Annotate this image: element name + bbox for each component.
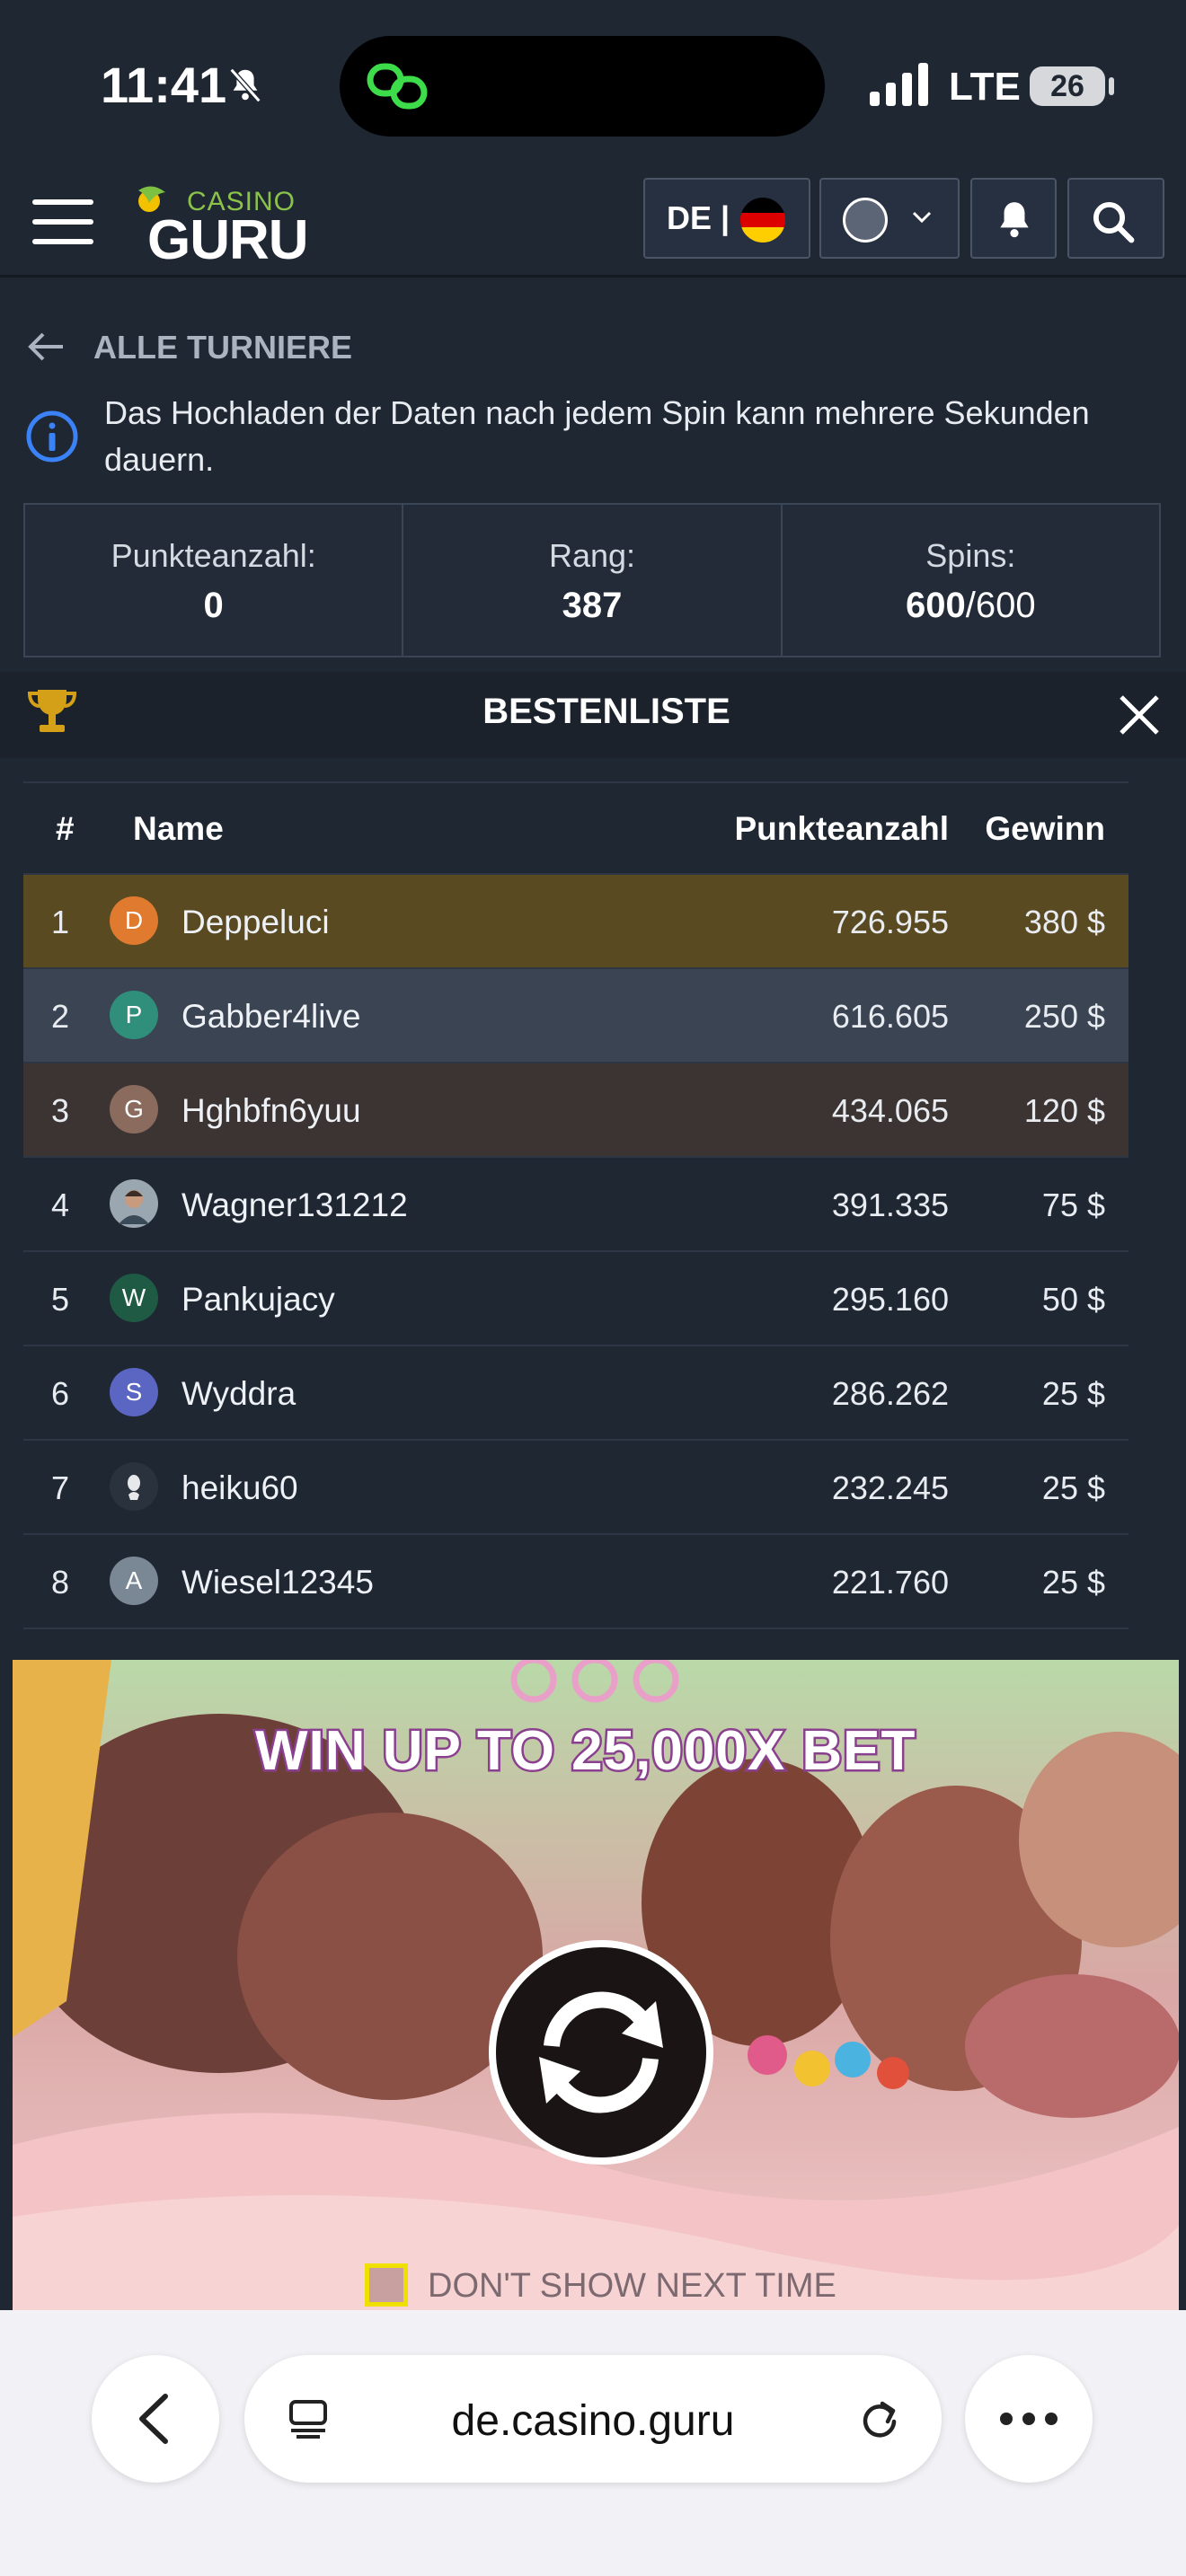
close-icon[interactable] [1114, 690, 1164, 740]
dont-show-label[interactable]: DON'T SHOW NEXT TIME [428, 2267, 836, 2306]
player-points: 434.065 [831, 1092, 949, 1129]
menu-icon[interactable] [32, 199, 93, 244]
player-name: Hghbfn6yuu [181, 1092, 361, 1129]
player-prize: 120 $ [1023, 1092, 1105, 1129]
german-flag-icon [740, 198, 785, 243]
avatar: S [110, 1368, 158, 1416]
back-to-tournaments-link[interactable]: ALLE TURNIERE [27, 325, 386, 370]
table-row: 2 P Gabber4live 616.605 250 $ [23, 969, 1128, 1063]
table-row: 3 G Hghbfn6yuu 434.065 120 $ [23, 1063, 1128, 1158]
player-points: 295.160 [831, 1281, 949, 1318]
chevron-down-icon [912, 211, 932, 224]
player-points: 726.955 [831, 904, 949, 940]
language-selector[interactable]: DE | [643, 178, 810, 259]
chevron-left-icon [139, 2394, 168, 2444]
avatar: A [110, 1557, 158, 1605]
casino-guru-logo[interactable]: CASINO GURU [129, 181, 309, 271]
avatar: P [110, 991, 158, 1039]
player-points: 391.335 [831, 1187, 949, 1223]
player-points: 221.760 [831, 1564, 949, 1601]
clock: 11:41 [101, 57, 227, 113]
column-name: Name [133, 810, 224, 847]
language-code: DE | [667, 199, 730, 236]
photo-avatar-icon [110, 1179, 158, 1228]
points-stat: Punkteanzahl: 0 [25, 505, 404, 656]
table-row: 1 D Deppeluci 726.955 380 $ [23, 875, 1128, 969]
dynamic-island [340, 36, 825, 137]
avatar [110, 1462, 158, 1511]
player-name: Wyddra [181, 1375, 296, 1412]
refresh-icon [539, 1991, 663, 2113]
tournament-stats: Punkteanzahl: 0 Rang: 387 Spins: 600/600 [23, 503, 1161, 657]
table-header: # Name Punkteanzahl Gewinn [23, 781, 1128, 875]
player-prize: 250 $ [1023, 998, 1105, 1035]
leaderboard-title: BESTENLISTE [482, 692, 730, 731]
avatar: W [110, 1274, 158, 1322]
column-points: Punkteanzahl [734, 810, 950, 847]
table-row: 6 S Wyddra 286.262 25 $ [23, 1346, 1128, 1441]
replay-button[interactable] [489, 1940, 713, 2165]
browser-more-button[interactable] [965, 2355, 1093, 2483]
leaderboard-header: BESTENLISTE [0, 672, 1186, 758]
player-prize: 75 $ [1041, 1187, 1105, 1223]
bell-slash-icon [229, 67, 261, 103]
back-link-label: ALLE TURNIERE [93, 329, 352, 366]
leaderboard-table: # Name Punkteanzahl Gewinn 1 D Deppeluci… [23, 781, 1128, 1629]
column-prize: Gewinn [985, 810, 1105, 847]
dont-show-checkbox[interactable] [365, 2263, 408, 2307]
player-points: 232.245 [831, 1469, 949, 1506]
spins-stat: Spins: 600/600 [906, 537, 1036, 625]
player-name: heiku60 [181, 1469, 298, 1506]
browser-back-button[interactable] [92, 2355, 219, 2483]
search-icon [1093, 201, 1135, 243]
default-avatar-icon [110, 1462, 158, 1511]
player-points: 286.262 [831, 1375, 949, 1412]
player-prize: 25 $ [1041, 1564, 1105, 1601]
more-horizontal-icon [1000, 2413, 1058, 2425]
site-header: CASINO GURU DE | [0, 162, 1186, 278]
game-headline: WIN UP TO 25,000X BET [252, 1718, 916, 1785]
user-avatar-icon [843, 198, 888, 243]
column-rank: # [56, 810, 75, 847]
player-name: Gabber4live [181, 998, 361, 1035]
status-bar: 11:41 LTE 26 [0, 0, 1186, 162]
table-row: 5 W Pankujacy 295.160 50 $ [23, 1252, 1128, 1346]
game-frame[interactable]: WIN UP TO 25,000X BET DON'T SHOW NEXT TI… [13, 1660, 1179, 2310]
url-text: de.casino.guru [451, 2397, 735, 2445]
player-prize: 50 $ [1041, 1281, 1105, 1318]
table-row: 8 A Wiesel12345 221.760 25 $ [23, 1535, 1128, 1629]
info-icon [26, 410, 78, 463]
notifications-button[interactable] [970, 178, 1057, 259]
player-name: Deppeluci [181, 904, 330, 940]
avatar [110, 1179, 158, 1228]
player-prize: 25 $ [1041, 1469, 1105, 1506]
rank-stat: Rang: 387 [403, 505, 783, 656]
player-name: Wagner131212 [181, 1187, 408, 1223]
network-type: LTE [949, 65, 1021, 109]
reload-icon[interactable] [855, 2395, 904, 2443]
cellular-signal-icon [870, 63, 928, 106]
player-name: Wiesel12345 [181, 1564, 374, 1601]
app-activity-icon [367, 63, 428, 110]
bell-icon [1000, 202, 1029, 238]
arrow-left-icon [28, 332, 63, 361]
address-bar[interactable]: de.casino.guru [244, 2355, 942, 2483]
table-row: 7 heiku60 232.245 25 $ [23, 1441, 1128, 1535]
battery-indicator: 26 [1030, 66, 1105, 106]
account-menu-button[interactable] [819, 178, 960, 259]
upload-info-message: Das Hochladen der Daten nach jedem Spin … [104, 394, 1090, 478]
player-prize: 380 $ [1023, 904, 1105, 940]
browser-toolbar: de.casino.guru [0, 2310, 1186, 2576]
player-prize: 25 $ [1041, 1375, 1105, 1412]
avatar: G [110, 1085, 158, 1134]
battery-tip [1109, 77, 1114, 95]
player-name: Pankujacy [181, 1281, 335, 1318]
search-button[interactable] [1067, 178, 1164, 259]
player-points: 616.605 [831, 998, 949, 1035]
table-row: 4 Wagner131212 391.335 75 $ [23, 1158, 1128, 1252]
avatar: D [110, 896, 158, 945]
